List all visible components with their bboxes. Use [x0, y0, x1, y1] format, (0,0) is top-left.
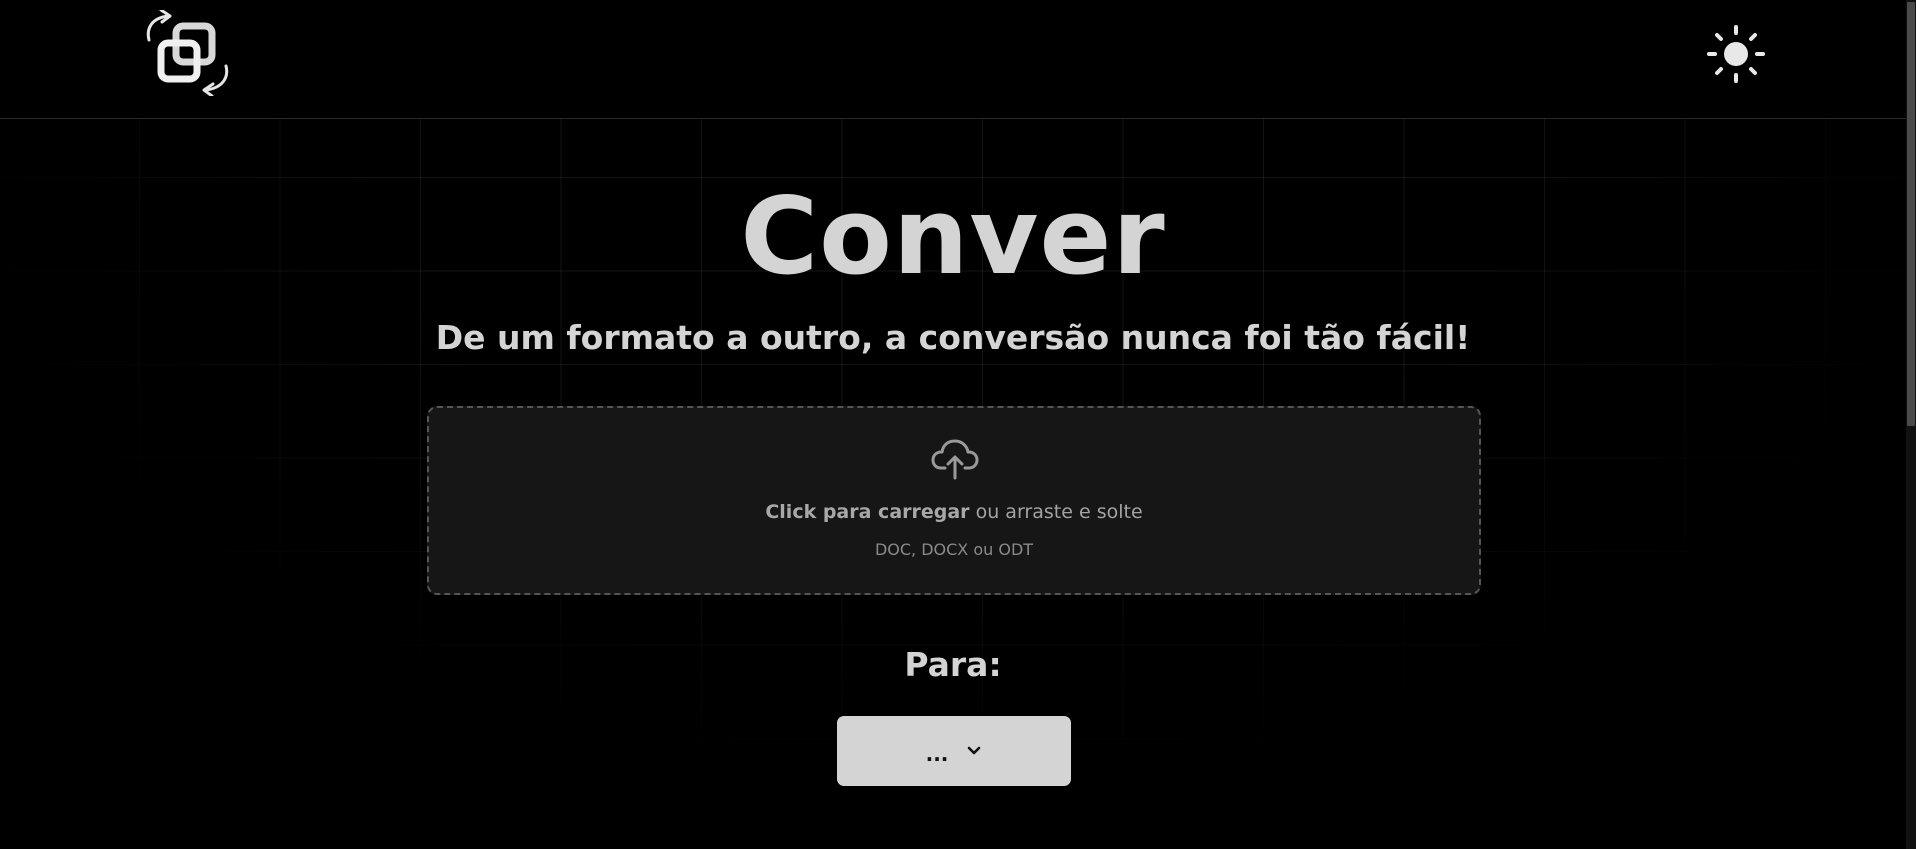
top-bar: [0, 0, 1916, 119]
accepted-formats: DOC, DOCX ou ODT: [874, 540, 1034, 559]
page-title: Conver: [740, 175, 1166, 298]
file-dropzone[interactable]: Click para carregar ou arraste e solte D…: [427, 406, 1481, 595]
convert-logo-icon[interactable]: [144, 8, 230, 98]
page-subtitle: De um formato a outro, a conversão nunca…: [435, 318, 1471, 357]
cloud-upload-icon: [931, 438, 979, 480]
scrollbar-thumb[interactable]: [1907, 2, 1915, 426]
target-format-select[interactable]: ...: [837, 716, 1071, 786]
sun-icon[interactable]: [1706, 24, 1766, 84]
page: Conver De um formato a outro, a conversã…: [0, 0, 1916, 849]
select-value: ...: [925, 742, 949, 766]
upload-instructions: Click para carregar ou arraste e solte: [429, 498, 1479, 526]
drag-drop-text: ou arraste e solte: [969, 501, 1143, 523]
target-format-label: Para:: [904, 645, 1002, 684]
chevron-down-icon: [966, 742, 982, 761]
click-to-upload-text[interactable]: Click para carregar: [765, 501, 969, 523]
scrollbar[interactable]: [1906, 0, 1916, 849]
